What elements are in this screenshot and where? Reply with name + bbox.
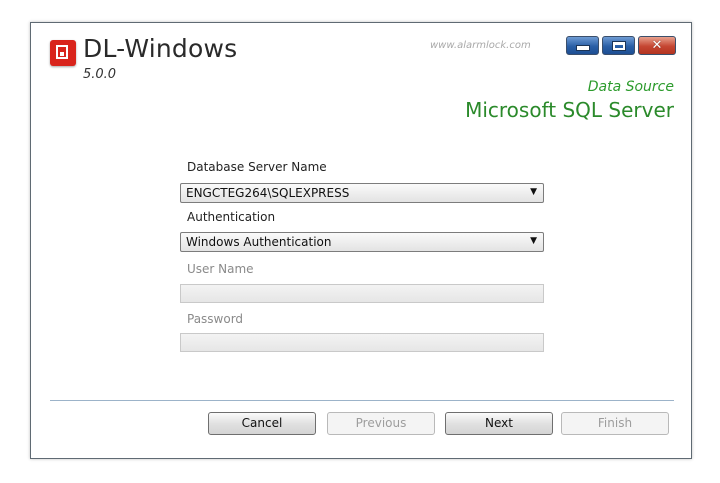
authentication-select[interactable]: Windows Authentication ▼ <box>180 232 544 252</box>
username-label: User Name <box>187 262 254 276</box>
minimize-icon <box>575 45 590 51</box>
authentication-value: Windows Authentication <box>186 235 332 249</box>
username-input[interactable] <box>180 284 544 303</box>
chevron-down-icon: ▼ <box>530 187 537 197</box>
cancel-button[interactable]: Cancel <box>208 412 316 435</box>
server-name-select[interactable]: ENGCTEG264\SQLEXPRESS ▼ <box>180 183 544 203</box>
authentication-label: Authentication <box>187 210 276 224</box>
app-title: DL-Windows <box>83 34 238 63</box>
minimize-button[interactable] <box>566 36 599 55</box>
footer-divider <box>50 400 674 401</box>
data-source-name: Microsoft SQL Server <box>465 98 674 122</box>
previous-button[interactable]: Previous <box>327 412 435 435</box>
close-button[interactable]: ✕ <box>638 36 676 55</box>
data-source-caption: Data Source <box>587 79 674 95</box>
next-button[interactable]: Next <box>445 412 553 435</box>
server-name-label: Database Server Name <box>187 160 327 174</box>
app-logo-icon <box>50 40 76 66</box>
setup-window: DL-Windows 5.0.0 www.alarmlock.com ✕ Dat… <box>30 22 692 459</box>
maximize-button[interactable] <box>602 36 635 55</box>
maximize-icon <box>611 40 626 51</box>
server-name-value: ENGCTEG264\SQLEXPRESS <box>186 186 350 200</box>
password-input[interactable] <box>180 333 544 352</box>
password-label: Password <box>187 312 244 326</box>
app-version: 5.0.0 <box>83 67 117 82</box>
chevron-down-icon: ▼ <box>530 236 537 246</box>
brand-url: www.alarmlock.com <box>430 40 531 51</box>
finish-button[interactable]: Finish <box>561 412 669 435</box>
close-icon: ✕ <box>651 38 663 53</box>
